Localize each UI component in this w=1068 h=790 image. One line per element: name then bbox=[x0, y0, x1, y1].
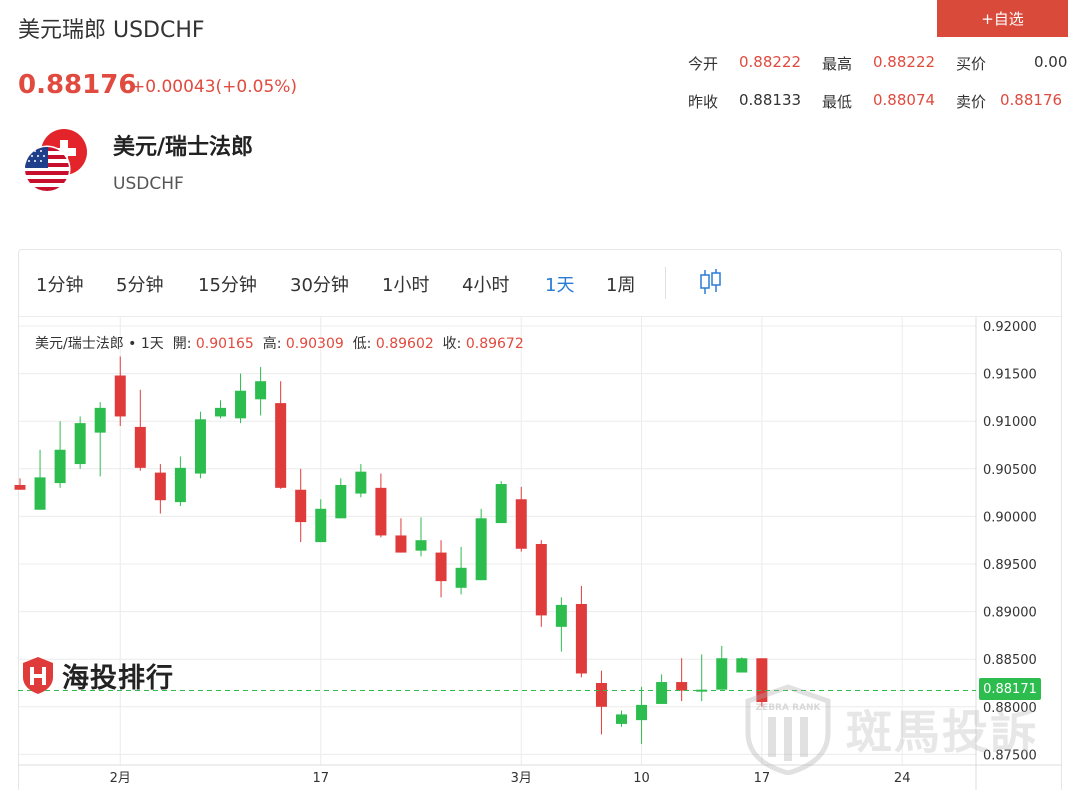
candle-body bbox=[535, 544, 547, 616]
x-tick-label: 3月 bbox=[511, 771, 532, 786]
chart-info-low: 0.89602 bbox=[375, 336, 434, 352]
y-tick-label: 0.89500 bbox=[983, 558, 1037, 573]
chart-info-open-label: 開: bbox=[172, 336, 192, 352]
y-tick-label: 0.90000 bbox=[983, 510, 1037, 525]
candle-body bbox=[315, 508, 327, 543]
candle-body bbox=[14, 484, 26, 490]
y-tick-label: 0.90500 bbox=[983, 463, 1037, 478]
shield-logo-icon bbox=[23, 657, 53, 694]
y-tick-label: 0.89000 bbox=[983, 606, 1037, 621]
candle-body bbox=[255, 381, 267, 400]
x-tick-label: 2月 bbox=[110, 771, 131, 786]
candle-body bbox=[94, 407, 106, 433]
candle-body bbox=[676, 682, 688, 691]
y-tick-label: 0.88500 bbox=[983, 653, 1037, 668]
candle-body bbox=[575, 603, 587, 674]
y-tick-label: 0.91000 bbox=[983, 415, 1037, 430]
candle-body bbox=[736, 658, 748, 673]
candle-body bbox=[395, 535, 407, 553]
x-tick-label: 17 bbox=[312, 771, 329, 786]
chart-info-close-label: 收: bbox=[442, 336, 462, 352]
chart-info-dot: • bbox=[128, 336, 137, 352]
chart-info-name: 美元/瑞士法郎 bbox=[35, 336, 124, 352]
y-tick-label: 0.92000 bbox=[983, 320, 1037, 335]
candle-body bbox=[636, 704, 648, 721]
candle-body bbox=[74, 423, 86, 465]
zebra-rank-logo-icon: ZEBRA RANK bbox=[745, 684, 831, 775]
chart-info-close: 0.89672 bbox=[465, 336, 524, 352]
candle-body bbox=[515, 499, 527, 549]
candle-body bbox=[34, 477, 46, 510]
candle-body bbox=[335, 484, 347, 519]
zebra-rank-text: ZEBRA RANK bbox=[756, 703, 822, 713]
candle-body bbox=[174, 467, 186, 503]
candle-body bbox=[656, 682, 668, 704]
chart-info-high: 0.90309 bbox=[285, 336, 344, 352]
watermark-right: ZEBRA RANK 斑馬投訴 bbox=[742, 683, 1038, 775]
chart-info-open: 0.90165 bbox=[195, 336, 254, 352]
candle-body bbox=[295, 489, 307, 523]
watermark-left-text: 海投排行 bbox=[62, 662, 174, 694]
y-tick-label: 0.91500 bbox=[983, 368, 1037, 383]
candle-body bbox=[555, 604, 567, 627]
candle-body bbox=[355, 471, 367, 494]
candle-body bbox=[54, 449, 66, 484]
candle-body bbox=[616, 714, 627, 724]
x-tick-label: 10 bbox=[633, 771, 650, 786]
candle-body bbox=[154, 472, 166, 501]
chart-info-period: 1天 bbox=[140, 336, 164, 352]
candle-body bbox=[114, 375, 126, 417]
chart-info-low-label: 低: bbox=[352, 336, 372, 352]
candle-body bbox=[134, 426, 146, 468]
candle-body bbox=[235, 390, 247, 419]
candle-body bbox=[716, 658, 728, 690]
watermark-left: 海投排行 bbox=[20, 655, 174, 695]
candle-body bbox=[375, 487, 387, 536]
candle-body bbox=[415, 540, 427, 551]
chart-ohlc-info: 美元/瑞士法郎 • 1天 開: 0.90165 高: 0.90309 低: 0.… bbox=[35, 333, 524, 353]
candle-body bbox=[495, 484, 507, 524]
candle-body bbox=[595, 683, 607, 707]
candle-body bbox=[194, 419, 206, 474]
candle-body bbox=[435, 552, 447, 582]
candle-body bbox=[275, 403, 287, 488]
watermark-right-text: 斑馬投訴 bbox=[846, 705, 1038, 759]
candle-body bbox=[455, 567, 467, 588]
candle-body bbox=[215, 407, 226, 417]
candle-body bbox=[475, 518, 487, 581]
chart-info-high-label: 高: bbox=[262, 336, 282, 352]
